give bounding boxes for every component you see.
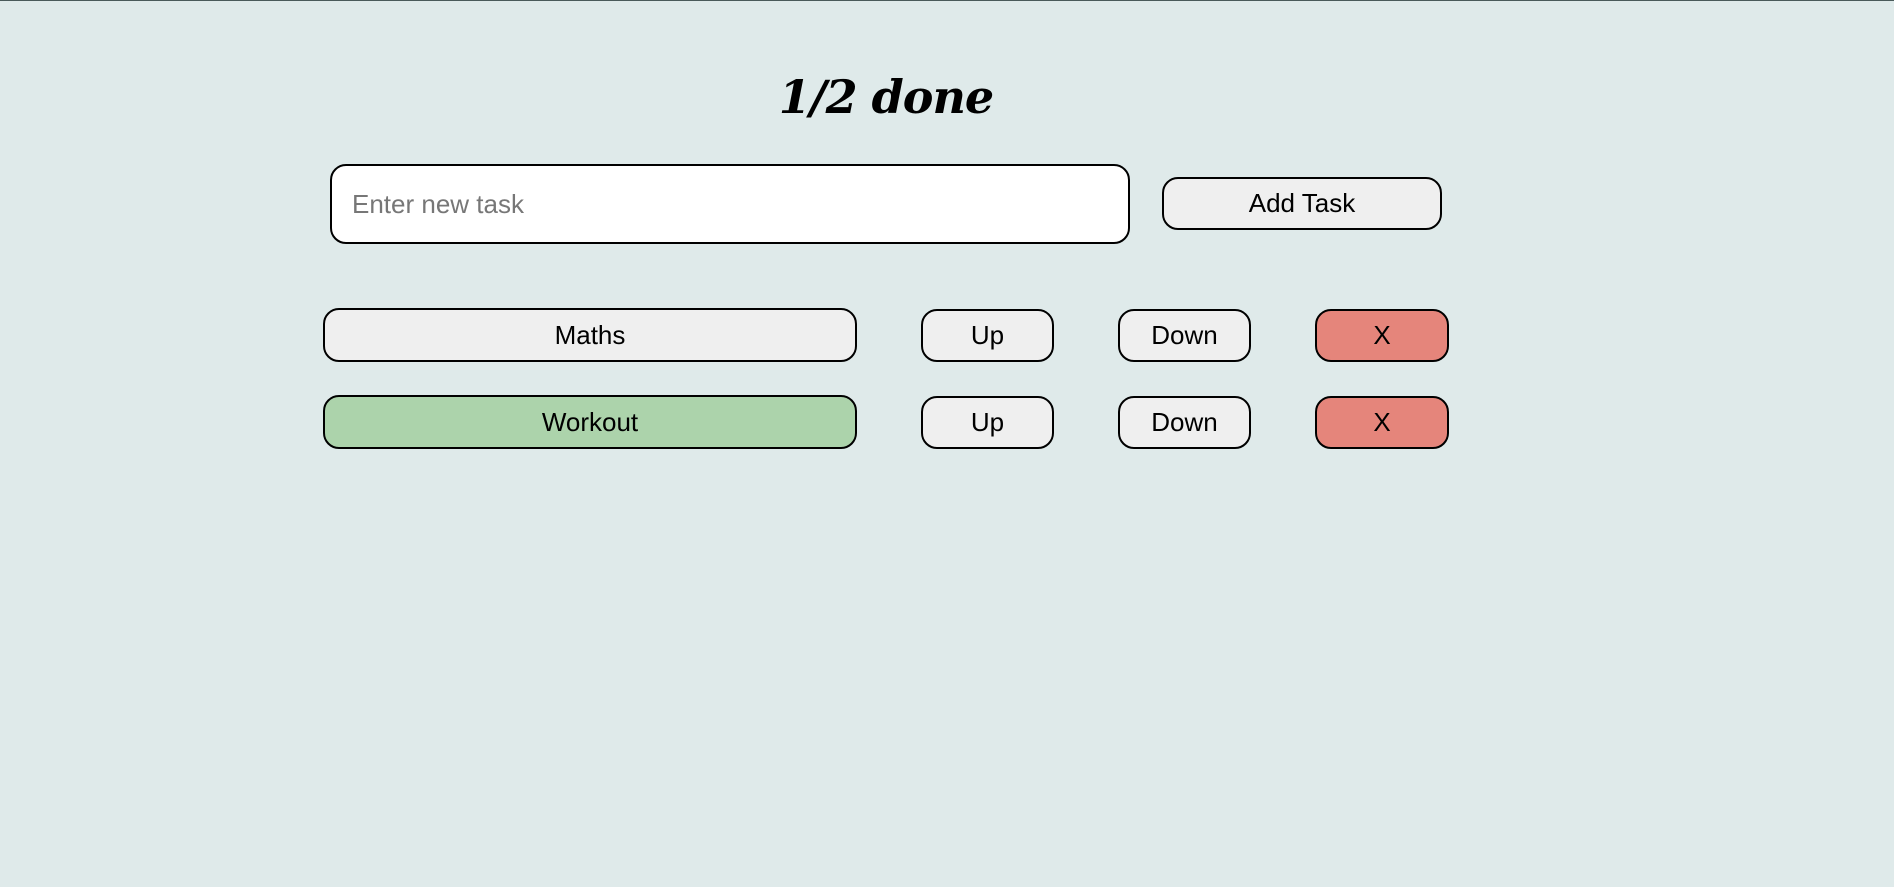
task-item-maths[interactable]: Maths (323, 308, 857, 362)
task-item-workout[interactable]: Workout (323, 395, 857, 449)
add-task-button[interactable]: Add Task (1162, 177, 1442, 230)
page-title: 1/2 done (778, 70, 994, 124)
delete-task-button[interactable]: X (1315, 309, 1449, 362)
move-down-button[interactable]: Down (1118, 309, 1251, 362)
delete-task-button[interactable]: X (1315, 396, 1449, 449)
move-down-button[interactable]: Down (1118, 396, 1251, 449)
new-task-input[interactable] (330, 164, 1130, 244)
move-up-button[interactable]: Up (921, 309, 1054, 362)
move-up-button[interactable]: Up (921, 396, 1054, 449)
